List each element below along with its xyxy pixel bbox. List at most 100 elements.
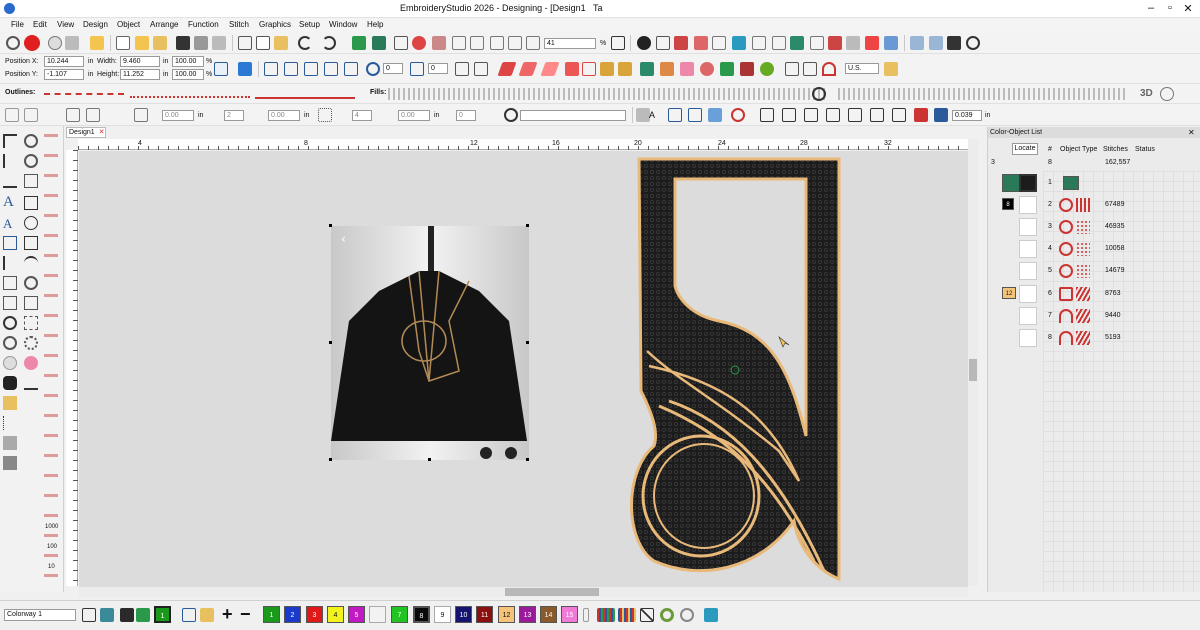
eyedropper-icon[interactable] <box>668 108 682 122</box>
color-group-badge[interactable]: 8 <box>1002 198 1014 210</box>
add-color-icon[interactable]: + <box>222 604 233 625</box>
select-arrow-icon[interactable] <box>3 134 17 148</box>
break-apart-icon[interactable] <box>3 276 17 290</box>
tab-design1[interactable]: Design1 ✕ <box>66 127 106 138</box>
color-swatch[interactable]: 15 <box>561 606 578 623</box>
restore-icon[interactable]: ▫ <box>1162 2 1178 14</box>
shape-a-icon[interactable] <box>760 108 774 122</box>
reshape-icon[interactable] <box>24 134 38 148</box>
colorway-edit-icon[interactable] <box>82 608 96 622</box>
gradient-icon[interactable] <box>24 296 38 310</box>
rectangle-icon[interactable] <box>24 196 38 210</box>
pin-alt-icon[interactable] <box>618 62 632 76</box>
raised-satin-icon[interactable] <box>740 62 754 76</box>
tie-in-input[interactable]: 4 <box>352 110 372 121</box>
show-stitches-icon[interactable] <box>508 36 522 50</box>
horizontal-scrollbar[interactable] <box>79 587 968 597</box>
rotate-icon[interactable] <box>324 62 338 76</box>
pencil-tool-icon[interactable] <box>3 396 17 410</box>
thread-chart-alt-icon[interactable] <box>618 608 636 622</box>
applique-icon[interactable] <box>660 62 674 76</box>
width-input[interactable]: 9.460 <box>120 56 160 67</box>
kinked-icon[interactable] <box>708 108 722 122</box>
window-cascade-icon[interactable] <box>929 36 943 50</box>
tab-close-icon[interactable]: ✕ <box>99 129 105 136</box>
trapunto-icon[interactable] <box>582 62 596 76</box>
team-names-icon[interactable] <box>3 236 17 250</box>
show-vector-icon[interactable] <box>846 36 860 50</box>
rotate-right-icon[interactable] <box>410 62 424 76</box>
show-functions-icon[interactable] <box>452 36 466 50</box>
thread-chart-icon[interactable] <box>597 608 615 622</box>
no-entry-icon[interactable] <box>731 108 745 122</box>
tatami-stitch-icon[interactable] <box>518 62 538 76</box>
color-swatch[interactable]: 7 <box>391 606 408 623</box>
knife-icon[interactable] <box>3 296 17 310</box>
shape-d-icon[interactable] <box>826 108 840 122</box>
octagon-icon[interactable] <box>3 376 17 390</box>
stop-red-icon[interactable] <box>914 108 928 122</box>
snowflake-icon[interactable] <box>24 316 38 330</box>
skew-icon[interactable] <box>304 62 318 76</box>
rgb-icon[interactable] <box>865 36 879 50</box>
shape-e-icon[interactable] <box>848 108 862 122</box>
design-list-icon[interactable] <box>732 36 746 50</box>
outline-satin-icon[interactable] <box>130 90 250 98</box>
stitch-length-input[interactable]: 0.00 <box>398 110 430 121</box>
stop-blue-icon[interactable] <box>934 108 948 122</box>
menu-arrange[interactable]: Arrange <box>150 20 178 29</box>
box-shrink-icon[interactable] <box>86 108 100 122</box>
color-sort-icon[interactable] <box>680 608 694 622</box>
color-swatch[interactable]: 1 <box>263 606 280 623</box>
redo-icon[interactable] <box>322 36 336 50</box>
color-swatch[interactable]: 4 <box>327 606 344 623</box>
units-select[interactable]: U.S. <box>845 63 879 74</box>
mirror-horizontal-icon[interactable] <box>264 62 278 76</box>
open-template-icon[interactable] <box>153 36 167 50</box>
menu-design[interactable]: Design <box>83 20 108 29</box>
curve-icon[interactable] <box>24 256 38 270</box>
3d-toggle-icon[interactable] <box>1160 87 1174 101</box>
spiral-icon[interactable] <box>24 276 38 290</box>
grid-icon[interactable] <box>656 36 670 50</box>
save-icon[interactable] <box>176 36 190 50</box>
open-folder-icon[interactable] <box>135 36 149 50</box>
vertical-scroll-thumb[interactable] <box>969 359 977 381</box>
menu-stitch[interactable]: Stitch <box>229 20 249 29</box>
fill-circle-icon[interactable] <box>812 87 826 101</box>
machine-settings-icon[interactable] <box>966 36 980 50</box>
col-number[interactable]: # <box>1048 146 1052 153</box>
pen-icon[interactable] <box>3 256 17 270</box>
layers-icon[interactable] <box>884 36 898 50</box>
text-style-a[interactable]: A <box>649 110 655 120</box>
color-swatch[interactable]: 3 <box>306 606 323 623</box>
paste-special-icon[interactable] <box>90 36 104 50</box>
stitch-down-icon[interactable] <box>352 36 366 50</box>
measure-icon[interactable] <box>752 36 766 50</box>
show-connectors-icon[interactable] <box>490 36 504 50</box>
list-item[interactable]: 8 2 67489 <box>988 194 1200 216</box>
color-wheel-icon[interactable] <box>100 608 114 622</box>
fill-tool-icon[interactable] <box>3 436 17 450</box>
menu-window[interactable]: Window <box>329 20 357 29</box>
align-icon[interactable] <box>455 62 469 76</box>
mirror-vertical-icon[interactable] <box>284 62 298 76</box>
summary-row[interactable]: 3 8 162,557 <box>988 157 1200 171</box>
list-item[interactable]: 8 5193 <box>988 327 1200 349</box>
slant-icon[interactable] <box>344 62 358 76</box>
needle-icon[interactable] <box>65 36 79 50</box>
col-object-type[interactable]: Object Type <box>1060 146 1097 153</box>
scale-height-input[interactable]: 100.00 <box>172 69 204 80</box>
zoom-box-icon[interactable] <box>611 36 625 50</box>
colorway-select[interactable]: Colorway 1 <box>4 609 76 621</box>
close-icon[interactable]: ✕ <box>1180 2 1196 15</box>
col-stitches[interactable]: Stitches <box>1103 146 1128 153</box>
color-swatch[interactable] <box>369 606 386 623</box>
current-color-swatch[interactable]: 1 <box>154 606 171 623</box>
spacing-input[interactable]: 0.00 <box>268 110 300 121</box>
label-3d[interactable]: 3D <box>1140 88 1153 99</box>
freehand-icon[interactable] <box>3 174 17 188</box>
color-swatch[interactable]: 9 <box>434 606 451 623</box>
color-swatch[interactable]: 10 <box>455 606 472 623</box>
panel-close-icon[interactable]: ✕ <box>1188 128 1195 137</box>
